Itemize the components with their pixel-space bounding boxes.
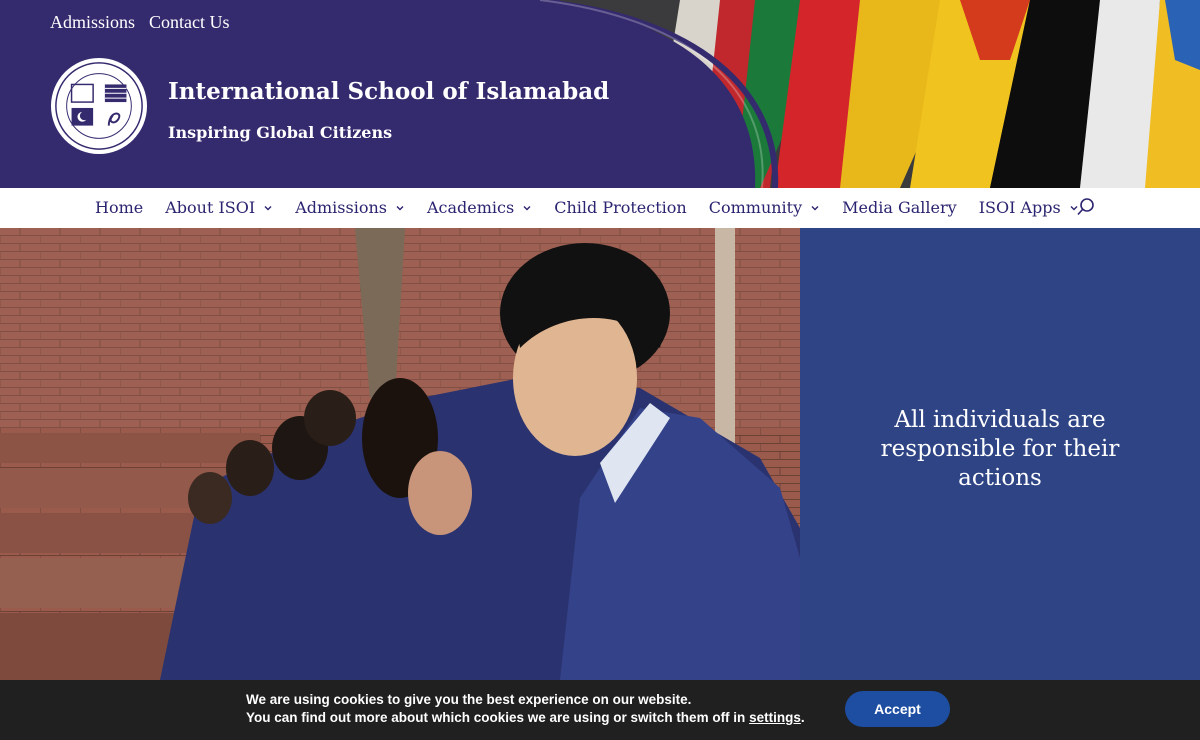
nav-item-label: Admissions [295, 198, 387, 217]
top-link-contact-us[interactable]: Contact Us [149, 12, 230, 33]
main-nav: Home About ISOI Admissions Academics Child P… [0, 188, 1200, 228]
chevron-down-icon [396, 205, 404, 210]
nav-item-isoi-apps[interactable]: ISOI Apps [979, 198, 1079, 217]
site-header: Admissions Contact Us International Scho… [0, 0, 1200, 188]
nav-item-label: Academics [426, 198, 515, 217]
nav-item-label: Home [95, 198, 144, 217]
search-icon[interactable] [1076, 197, 1096, 217]
cookie-line-2-suffix: . [800, 710, 805, 725]
top-link-admissions[interactable]: Admissions [50, 12, 135, 33]
nav-item-home[interactable]: Home [95, 198, 143, 217]
school-logo[interactable] [50, 57, 148, 155]
hero-photo [0, 228, 800, 680]
cookie-line-2-text: You can find out more about which cookie… [246, 710, 750, 725]
hero-quote: All individuals are responsible for thei… [880, 406, 1120, 491]
chevron-down-icon [523, 205, 531, 210]
hero-quote-panel: All individuals are responsible for thei… [800, 228, 1200, 680]
nav-item-admissions[interactable]: Admissions [295, 198, 405, 217]
cookie-line-2: You can find out more about which cookie… [246, 709, 805, 727]
site-tagline: Inspiring Global Citizens [168, 123, 393, 142]
accept-cookies-button[interactable]: Accept [845, 691, 950, 727]
nav-item-child-protection[interactable]: Child Protection [554, 198, 687, 217]
nav-item-label: Media Gallery [842, 198, 957, 217]
nav-item-about-isoi[interactable]: About ISOI [165, 198, 273, 217]
chevron-down-icon [264, 205, 272, 210]
nav-item-label: Child Protection [554, 198, 687, 217]
nav-item-media-gallery[interactable]: Media Gallery [842, 198, 957, 217]
nav-item-label: About ISOI [165, 198, 256, 217]
nav-item-label: ISOI Apps [978, 198, 1061, 217]
cookie-message: We are using cookies to give you the bes… [246, 691, 805, 727]
cookie-settings-link[interactable]: settings [749, 710, 801, 725]
nav-item-academics[interactable]: Academics [427, 198, 532, 217]
nav-item-community[interactable]: Community [709, 198, 820, 217]
site-title[interactable]: International School of Islamabad [168, 78, 609, 105]
nav-item-label: Community [708, 198, 803, 217]
top-links: Admissions Contact Us [50, 12, 230, 33]
cookie-line-1: We are using cookies to give you the bes… [246, 692, 692, 707]
chevron-down-icon [811, 205, 819, 210]
students-photo-illustration [0, 228, 800, 680]
